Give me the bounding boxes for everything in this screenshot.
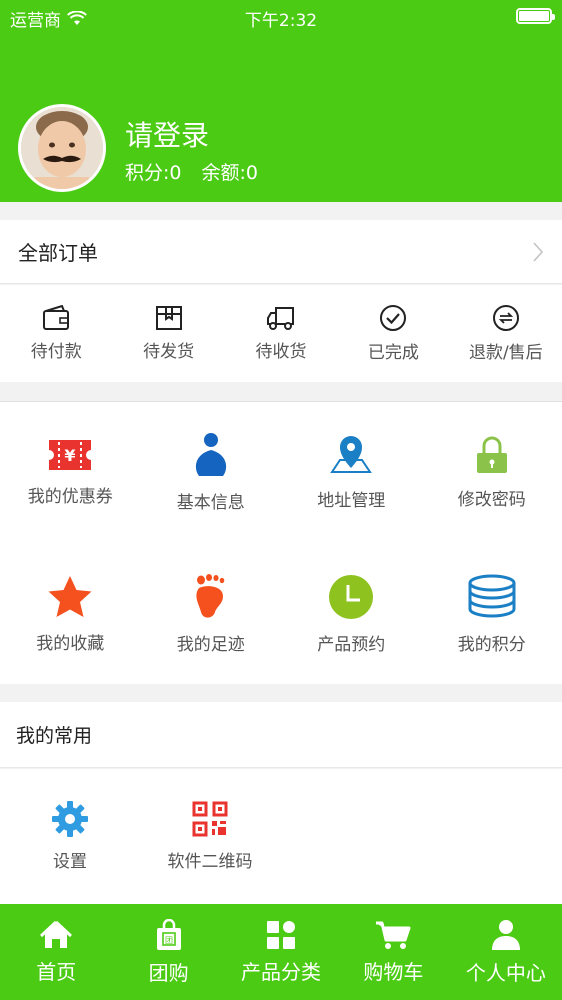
qr-code-icon (192, 801, 228, 837)
order-refund[interactable]: 退款/售后 (450, 285, 562, 382)
tab-cart[interactable]: 购物车 (337, 904, 449, 1000)
common-item-app-qr[interactable]: 软件二维码 (140, 769, 280, 904)
grid-item-change-password[interactable]: 修改密码 (422, 402, 562, 543)
chevron-right-icon (533, 241, 544, 262)
order-pending-payment[interactable]: 待付款 (0, 285, 112, 382)
all-orders-title: 全部订单 (18, 241, 98, 265)
tab-label: 团购 (148, 960, 189, 985)
grid-item-label: 我的积分 (457, 634, 526, 655)
order-item-label: 已完成 (367, 343, 419, 363)
wallet-icon (43, 305, 70, 330)
tab-label: 购物车 (363, 959, 424, 984)
order-pending-shipment[interactable]: 待发货 (112, 285, 224, 382)
order-status-row: 待付款 待发货 待收货 已完成 退款/售后 (0, 285, 562, 382)
check-circle-icon (380, 305, 407, 331)
common-item-label: 设置 (53, 852, 87, 872)
common-item-settings[interactable]: 设置 (0, 769, 140, 904)
tab-label: 首页 (36, 959, 77, 984)
grid-item-label: 地址管理 (317, 491, 386, 511)
gear-icon (52, 801, 88, 837)
person-icon (195, 433, 226, 476)
svg-text:团: 团 (165, 936, 173, 945)
grid-item-points[interactable]: 我的积分 (422, 543, 562, 685)
tab-home[interactable]: 首页 (0, 904, 112, 1000)
tab-group-buy[interactable]: 团 团购 (112, 904, 224, 1000)
common-section-header: 我的常用 (0, 702, 562, 768)
tab-categories[interactable]: 产品分类 (225, 904, 337, 1000)
package-icon (155, 306, 182, 330)
order-item-label: 待收货 (255, 342, 307, 362)
avatar[interactable] (18, 104, 106, 192)
group-buy-icon: 团 (156, 918, 181, 950)
points-label: 积分:0 (125, 162, 182, 184)
services-grid: ¥ 我的优惠券 基本信息 地址管理 修改密码 我的收藏 我的足迹 产品预约 我的… (0, 401, 562, 684)
all-orders-row[interactable]: 全部订单 (0, 220, 562, 284)
grid-item-footprints[interactable]: 我的足迹 (141, 543, 282, 685)
grid-item-label: 基本信息 (176, 493, 245, 513)
grid-item-label: 我的收藏 (36, 633, 105, 654)
refund-icon (492, 305, 519, 331)
category-icon (267, 920, 296, 949)
order-item-label: 待发货 (143, 342, 195, 362)
grid-item-label: 修改密码 (457, 490, 526, 510)
login-link[interactable]: 请登录 (125, 114, 209, 154)
star-icon (48, 575, 92, 617)
baby-avatar-image (21, 107, 103, 189)
balance-label: 余额:0 (201, 162, 259, 184)
order-pending-receipt[interactable]: 待收货 (225, 285, 337, 382)
status-bar: 运营商 下午2:32 (0, 0, 562, 34)
grid-item-label: 我的优惠券 (27, 487, 113, 507)
clock: 下午2:32 (244, 11, 318, 31)
grid-item-profile-info[interactable]: 基本信息 (141, 402, 282, 543)
cart-icon (376, 921, 411, 949)
coins-icon (468, 574, 516, 617)
grid-item-label: 我的足迹 (176, 634, 245, 655)
bottom-tab-bar: 首页 团 团购 产品分类 购物车 个人中心 (0, 904, 562, 1000)
lock-icon (476, 436, 507, 473)
common-section-title: 我的常用 (16, 725, 93, 747)
profile-header: 运营商 下午2:32 请登录 积分:0 余额:0 (0, 0, 562, 202)
order-completed[interactable]: 已完成 (337, 285, 449, 382)
grid-item-favorites[interactable]: 我的收藏 (0, 543, 141, 685)
home-icon (40, 920, 73, 948)
common-tools-row: 设置 软件二维码 (0, 769, 562, 904)
footprint-icon (196, 573, 225, 618)
user-icon (491, 919, 520, 950)
order-item-label: 退款/售后 (468, 343, 543, 363)
grid-item-coupons[interactable]: ¥ 我的优惠券 (0, 402, 141, 543)
coupon-icon: ¥ (49, 440, 92, 470)
tab-personal-center[interactable]: 个人中心 (450, 904, 562, 1000)
common-item-label: 软件二维码 (167, 852, 253, 872)
grid-item-address[interactable]: 地址管理 (281, 402, 422, 543)
clock-icon (329, 574, 374, 619)
tab-label: 个人中心 (465, 960, 546, 985)
order-item-label: 待付款 (30, 342, 82, 362)
account-stats: 积分:0 余额:0 (125, 158, 258, 185)
grid-item-label: 产品预约 (317, 634, 386, 655)
grid-item-reservation[interactable]: 产品预约 (281, 543, 422, 685)
tab-label: 产品分类 (241, 959, 322, 984)
location-pin-icon (330, 436, 373, 473)
battery-icon (516, 8, 555, 24)
truck-icon (267, 307, 295, 330)
svg-text:¥: ¥ (65, 446, 76, 465)
